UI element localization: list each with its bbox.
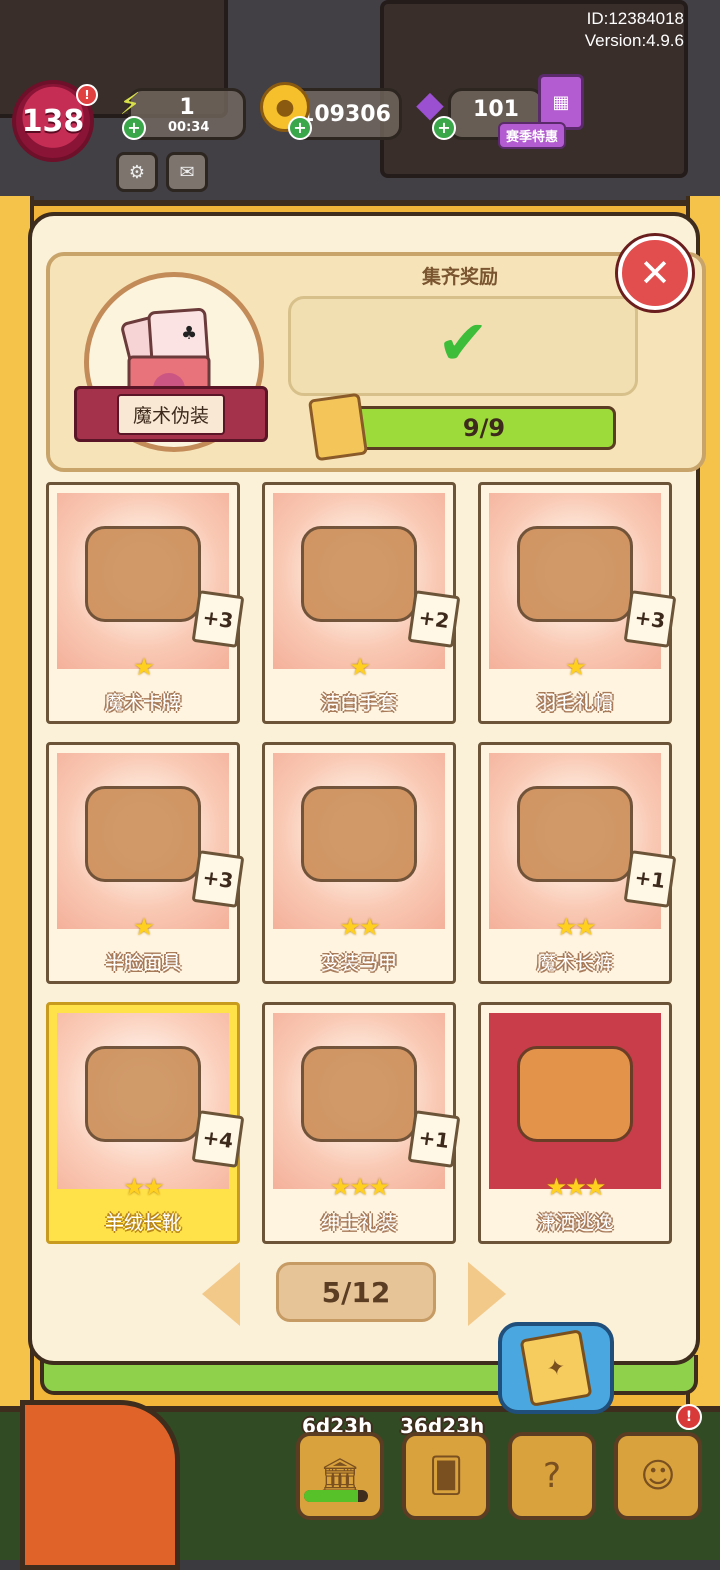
level-notification-dot: ! bbox=[76, 84, 98, 106]
level-value: 138 bbox=[21, 103, 85, 139]
card-name: 绅士礼装 bbox=[320, 1212, 397, 1234]
reward-claimed-slot: ✔ bbox=[288, 296, 638, 396]
version-label: Version:4.9.6 bbox=[584, 31, 684, 50]
set-name: 魔术伪装 bbox=[116, 393, 225, 435]
collection-card[interactable]: ★★ 变装马甲 bbox=[262, 742, 456, 984]
reward-title: 集齐奖励 bbox=[421, 266, 498, 288]
energy-value: 1 bbox=[179, 94, 195, 120]
card-name: 魔术长裤 bbox=[536, 952, 613, 974]
mystery-icon[interactable]: ? bbox=[508, 1432, 596, 1520]
season-offer-tag[interactable]: 赛季特惠 bbox=[498, 122, 567, 149]
user-id: ID:12384018 bbox=[586, 9, 684, 28]
card-name: 羽毛礼帽 bbox=[536, 692, 613, 714]
duplicate-count-badge: +1 bbox=[407, 1110, 461, 1168]
card-name: 魔术卡牌 bbox=[104, 692, 181, 714]
collection-card[interactable]: ★★ 羊绒长靴 +4 bbox=[46, 1002, 245, 1244]
card-stars: ★★★ bbox=[329, 1173, 391, 1201]
card-name: 潇洒逃逸 bbox=[536, 1212, 613, 1234]
gems-value: 101 bbox=[473, 96, 519, 122]
duplicate-count-badge: +3 bbox=[623, 590, 677, 648]
warning-dot: ! bbox=[676, 1404, 702, 1430]
svg-text:♣: ♣ bbox=[181, 323, 197, 344]
collection-card[interactable]: ★ 半脸面具 +3 bbox=[46, 742, 245, 984]
add-gems-button[interactable]: + bbox=[432, 116, 456, 140]
character-icon[interactable]: ☺ bbox=[614, 1432, 702, 1520]
card-name: 半脸面具 bbox=[104, 952, 181, 974]
card-stars: ★ bbox=[133, 913, 155, 941]
add-coins-button[interactable]: + bbox=[288, 116, 312, 140]
card-stars: ★ bbox=[349, 653, 371, 681]
card-count-icon bbox=[307, 392, 369, 462]
progress-text: 9/9 bbox=[462, 414, 506, 442]
collection-card[interactable]: ★ 洁白手套 +2 bbox=[262, 482, 461, 724]
cards-icon[interactable]: 🂠 bbox=[402, 1432, 490, 1520]
lightning-event-icon[interactable] bbox=[20, 1400, 180, 1570]
card-stars: ★ bbox=[133, 653, 155, 681]
page-indicator: 5/12 bbox=[276, 1262, 436, 1322]
next-page-arrow-icon[interactable] bbox=[468, 1262, 506, 1326]
collection-card[interactable]: ★ 羽毛礼帽 +3 bbox=[478, 482, 677, 724]
close-icon[interactable]: ✕ bbox=[618, 236, 692, 310]
duplicate-count-badge: +2 bbox=[407, 590, 461, 648]
prev-page-arrow-icon[interactable] bbox=[202, 1262, 240, 1326]
card-stars: ★★ bbox=[123, 1173, 164, 1201]
energy-timer: 00:34 bbox=[168, 120, 210, 135]
card-artwork bbox=[273, 753, 445, 929]
collection-card[interactable]: ★ 魔术卡牌 +3 bbox=[46, 482, 245, 724]
album-card-icon: ✦ bbox=[519, 1329, 593, 1407]
duplicate-count-badge: +3 bbox=[191, 850, 245, 908]
card-artwork bbox=[489, 1013, 661, 1189]
mail-icon[interactable]: ✉ bbox=[166, 152, 208, 192]
set-name-ribbon: 魔术伪装 bbox=[74, 386, 268, 442]
top-hud: 138 ! 1 ⚡ + 00:34 109306 ● + 101 ◆ + ▦ 赛… bbox=[0, 70, 720, 200]
coins-value: 109306 bbox=[299, 101, 391, 127]
settings-gear-icon[interactable]: ⚙ bbox=[116, 152, 158, 192]
card-stars: ★ bbox=[565, 653, 587, 681]
collection-card[interactable]: ★★★ 绅士礼装 +1 bbox=[262, 1002, 461, 1244]
duplicate-count-badge: +1 bbox=[623, 850, 677, 908]
event-progress-bar bbox=[304, 1490, 368, 1502]
event-progress-fill bbox=[304, 1490, 359, 1502]
card-name: 羊绒长靴 bbox=[104, 1212, 181, 1234]
card-stars: ★★ bbox=[555, 913, 596, 941]
card-name: 洁白手套 bbox=[320, 692, 397, 714]
pillar-icon[interactable]: 🏛 bbox=[296, 1432, 384, 1520]
checkmark-icon: ✔ bbox=[437, 306, 489, 379]
duplicate-count-badge: +4 bbox=[191, 1110, 245, 1168]
collection-progress-bar: 9/9 bbox=[352, 406, 616, 450]
system-info: ID:12384018 Version:4.9.6 bbox=[585, 8, 684, 52]
card-stars: ★★★ bbox=[545, 1173, 607, 1201]
card-stars: ★★ bbox=[339, 913, 380, 941]
collection-card[interactable]: ★★★ 潇洒逃逸 bbox=[478, 1002, 672, 1244]
card-name: 变装马甲 bbox=[320, 952, 397, 974]
collection-card[interactable]: ★★ 魔术长裤 +1 bbox=[478, 742, 677, 984]
add-energy-button[interactable]: + bbox=[122, 116, 146, 140]
album-button[interactable]: ✦ bbox=[498, 1322, 614, 1414]
duplicate-count-badge: +3 bbox=[191, 590, 245, 648]
